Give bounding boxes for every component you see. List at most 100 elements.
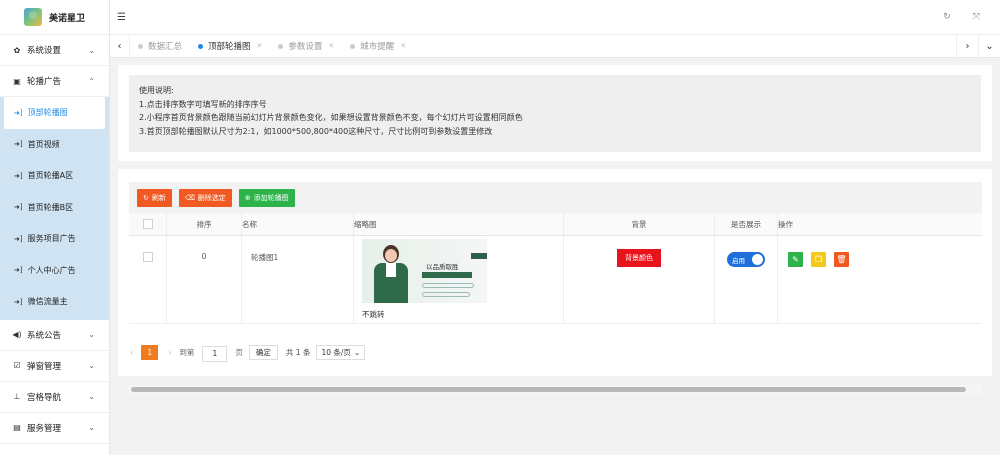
tab-dot bbox=[350, 43, 356, 49]
app-name: 美诺星卫 bbox=[49, 13, 86, 24]
main-content: 使用说明: 1.点击排序数字可填写新的排序序号 2.小程序首页背景颜色跟随当前幻… bbox=[110, 58, 1000, 455]
sign-in-icon: ➜] bbox=[14, 203, 23, 212]
close-icon[interactable]: ✕ bbox=[400, 42, 406, 50]
add-carousel-button[interactable]: ⊕ 添加轮播图 bbox=[238, 188, 295, 207]
sidebar-menu-label: 轮播广告 bbox=[27, 77, 62, 87]
sidebar-item-label: 首页视频 bbox=[27, 139, 60, 149]
edit-icon[interactable]: ✎ bbox=[788, 252, 803, 267]
sidebar-menu-service-mgmt[interactable]: ▤ 服务管理 ⌄ bbox=[0, 413, 109, 444]
current-page[interactable]: 1 bbox=[141, 344, 159, 360]
row-name: 轮播图1 bbox=[242, 236, 354, 323]
sign-in-icon: ➜] bbox=[14, 171, 23, 180]
tab-params[interactable]: 参数设置 ✕ bbox=[270, 35, 342, 58]
page-size-select[interactable]: 10 条/页 ⌄ bbox=[316, 344, 366, 360]
table-header: 排序 名称 缩略图 背景 是否展示 操作 bbox=[129, 213, 982, 236]
tab-label: 参数设置 bbox=[288, 42, 323, 52]
header-actions: 操作 bbox=[778, 219, 793, 229]
toggle-knob bbox=[752, 254, 763, 265]
header-checkbox-cell bbox=[129, 213, 167, 235]
sidebar-item-profile-ads[interactable]: ➜] 个人中心广告 bbox=[0, 255, 109, 287]
sign-in-icon: ➜] bbox=[14, 266, 23, 275]
sidebar-menu-announcements[interactable]: ◀) 系统公告 ⌄ bbox=[0, 320, 109, 351]
chevron-down-icon[interactable]: ⌄ bbox=[978, 35, 1000, 58]
tab-label: 顶部轮播图 bbox=[208, 42, 251, 52]
sign-in-icon: ➜] bbox=[14, 108, 23, 117]
chevron-down-icon: ⌄ bbox=[88, 330, 95, 339]
close-icon[interactable]: ✕ bbox=[257, 42, 263, 50]
sidebar-item-home-video[interactable]: ➜] 首页视频 bbox=[0, 129, 109, 161]
plus-circle-icon: ⊕ bbox=[244, 193, 251, 202]
pagination: ‹ 1 › 到第 1 页 确定 共 1 条 10 条/页 ⌄ bbox=[130, 343, 366, 362]
close-icon[interactable]: ✕ bbox=[328, 42, 334, 50]
menu-toggle-icon[interactable]: ☰ bbox=[117, 12, 126, 23]
row-display-cell: 启用 bbox=[715, 236, 778, 323]
select-all-checkbox[interactable] bbox=[142, 219, 153, 229]
row-checkbox[interactable] bbox=[142, 252, 153, 262]
sidebar-item-home-carousel-a[interactable]: ➜] 首页轮播A区 bbox=[0, 160, 109, 192]
row-thumbnail-cell: 以品质取胜 不跳转 bbox=[354, 236, 564, 323]
next-page-icon[interactable]: › bbox=[168, 348, 171, 357]
carousel-ads-submenu: ➜] 顶部轮播图 ➜] 首页视频 ➜] 首页轮播A区 ➜] 首页轮播B区 ➜] … bbox=[0, 97, 109, 320]
background-color-swatch[interactable]: 背景颜色 bbox=[617, 249, 661, 267]
button-label: 刷新 bbox=[151, 193, 166, 202]
sidebar-menu-popups[interactable]: ☑ 弹窗管理 ⌄ bbox=[0, 351, 109, 382]
horizontal-scrollbar[interactable] bbox=[129, 385, 982, 394]
app-logo[interactable]: 美诺星卫 bbox=[0, 0, 109, 35]
sign-in-icon: ➜] bbox=[14, 140, 23, 149]
tab-dashboard[interactable]: 数据汇总 bbox=[130, 35, 190, 58]
delete-selected-button[interactable]: ⌫ 删除选定 bbox=[178, 188, 232, 207]
scrollbar-thumb[interactable] bbox=[131, 387, 966, 392]
fullscreen-icon[interactable]: ⤧ bbox=[973, 12, 980, 22]
tab-dot bbox=[138, 43, 143, 49]
tab-top-carousel[interactable]: 顶部轮播图 ✕ bbox=[190, 35, 270, 58]
sidebar-item-top-carousel[interactable]: ➜] 顶部轮播图 bbox=[4, 97, 105, 129]
sidebar-menu-label: 弹窗管理 bbox=[27, 361, 62, 372]
button-label: 删除选定 bbox=[197, 193, 226, 202]
sidebar-menu-grid-nav[interactable]: ⊥ 宫格导航 ⌄ bbox=[0, 382, 109, 413]
refresh-icon[interactable]: ↻ bbox=[943, 12, 951, 22]
chevron-down-icon: ⌄ bbox=[88, 45, 95, 55]
goto-confirm-button[interactable]: 确定 bbox=[248, 344, 278, 360]
row-order[interactable]: 0 bbox=[167, 236, 242, 323]
table-row: 0 轮播图1 以品质取胜 不跳转 背景颜色 启用 ✎ ❐ 🗑 bbox=[129, 236, 982, 324]
sidebar-item-label: 首页轮播A区 bbox=[27, 171, 74, 181]
goto-label: 到第 bbox=[179, 347, 195, 357]
sidebar-menu-label: 服务管理 bbox=[27, 423, 62, 434]
sidebar-menu-label: 系统设置 bbox=[27, 46, 62, 56]
page-unit: 页 bbox=[235, 347, 243, 357]
sidebar-item-service-ads[interactable]: ➜] 服务项目广告 bbox=[0, 223, 109, 255]
sidebar-item-wechat-traffic[interactable]: ➜] 微信流量主 bbox=[0, 286, 109, 318]
display-toggle[interactable]: 启用 bbox=[727, 252, 765, 267]
tab-dot bbox=[278, 43, 284, 49]
sign-in-icon: ➜] bbox=[14, 297, 23, 306]
list-icon: ▤ bbox=[13, 423, 21, 432]
sidebar-item-label: 首页轮播B区 bbox=[27, 202, 74, 212]
sidebar-menu-carousel-ads[interactable]: ▣ 轮播广告 ⌃ bbox=[0, 66, 109, 97]
notice-title: 使用说明: bbox=[139, 86, 174, 95]
sitemap-icon: ⊥ bbox=[13, 392, 21, 401]
sidebar-item-home-carousel-b[interactable]: ➜] 首页轮播B区 bbox=[0, 192, 109, 224]
refresh-button[interactable]: ↻ 刷新 bbox=[137, 188, 172, 207]
sidebar-item-label: 个人中心广告 bbox=[27, 265, 76, 275]
table-toolbar: ↻ 刷新 ⌫ 删除选定 ⊕ 添加轮播图 bbox=[129, 182, 982, 213]
chevron-left-icon[interactable]: ‹ bbox=[110, 34, 130, 58]
speaker-icon: ◀) bbox=[12, 330, 22, 339]
prev-page-icon[interactable]: ‹ bbox=[130, 348, 133, 357]
sidebar-item-label: 顶部轮播图 bbox=[27, 108, 68, 118]
notice-card: 使用说明: 1.点击排序数字可填写新的排序序号 2.小程序首页背景颜色跟随当前幻… bbox=[118, 65, 992, 161]
copy-icon[interactable]: ❐ bbox=[811, 252, 826, 267]
chevron-down-icon: ⌄ bbox=[353, 347, 361, 357]
trash-icon[interactable]: 🗑 bbox=[834, 252, 849, 267]
header-order[interactable]: 排序 bbox=[167, 213, 242, 235]
tab-city-reminder[interactable]: 城市提醒 ✕ bbox=[342, 35, 414, 58]
chevron-right-icon[interactable]: › bbox=[956, 35, 978, 58]
refresh-icon: ↻ bbox=[143, 193, 149, 202]
carousel-thumbnail[interactable]: 以品质取胜 bbox=[362, 239, 487, 303]
sidebar-menu-system-settings[interactable]: ✿ 系统设置 ⌄ bbox=[0, 35, 109, 66]
sign-in-icon: ➜] bbox=[14, 234, 23, 243]
row-checkbox-cell bbox=[129, 236, 167, 323]
link-type: 不跳转 bbox=[362, 310, 385, 319]
usage-notice: 使用说明: 1.点击排序数字可填写新的排序序号 2.小程序首页背景颜色跟随当前幻… bbox=[129, 75, 981, 152]
image-icon: ▣ bbox=[13, 76, 21, 86]
goto-page-input[interactable]: 1 bbox=[202, 345, 228, 362]
